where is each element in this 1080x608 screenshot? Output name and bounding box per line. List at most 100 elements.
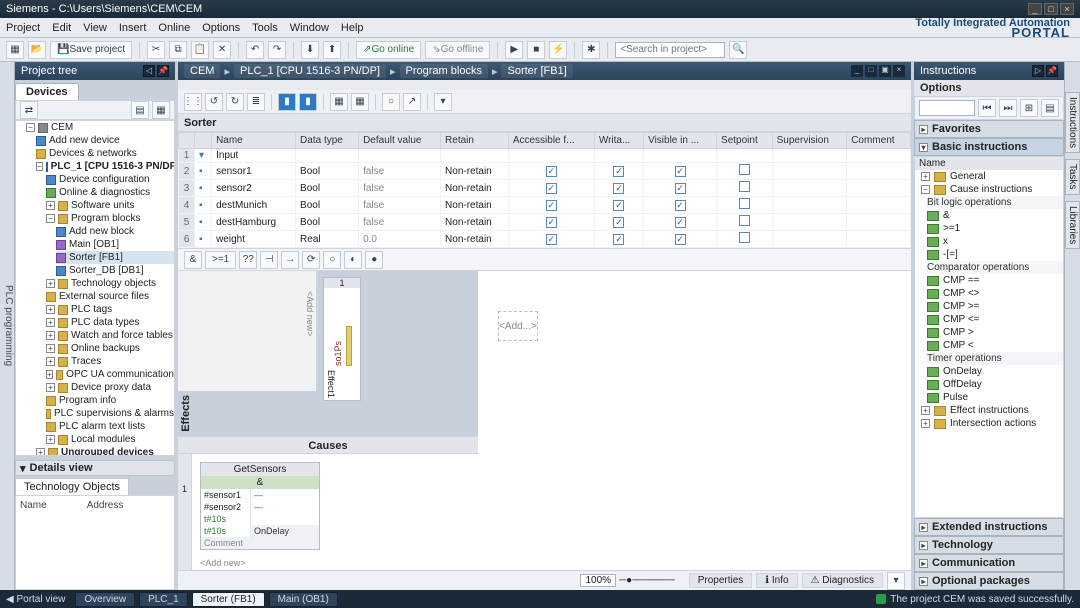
tree-network-icon[interactable]: ⇄ (20, 101, 38, 119)
collapse-icon[interactable]: ◁ (143, 65, 155, 77)
cem-tb-icon[interactable]: ◐ (344, 251, 362, 269)
status-tab-plc[interactable]: PLC_1 (139, 592, 188, 607)
undo-icon[interactable]: ↶ (246, 41, 264, 59)
save-project-button[interactable]: 💾 Save project (50, 41, 132, 59)
iface-row[interactable]: 6▪weightReal0.0Non-retain✓✓✓ (179, 231, 911, 248)
instr-tb-icon[interactable]: ⏮ (978, 99, 996, 117)
flash-icon[interactable]: ⚡ (549, 41, 567, 59)
cem-tb-icon[interactable]: → (281, 251, 299, 269)
tab-properties[interactable]: Properties (689, 573, 753, 588)
crumb-program-blocks[interactable]: Program blocks (400, 64, 488, 78)
go-offline-button[interactable]: ⇘ Go offline (425, 41, 490, 59)
tb-insert-icon[interactable]: ▮ (299, 93, 317, 111)
editor-float-icon[interactable]: ▣ (879, 65, 891, 77)
go-online-button[interactable]: ⇗ Go online (356, 41, 421, 59)
acc-basic-instructions[interactable]: ▾Basic instructions (914, 138, 1064, 156)
stop-cpu-icon[interactable]: ■ (527, 41, 545, 59)
search-icon[interactable]: 🔍 (729, 41, 747, 59)
status-tab-overview[interactable]: Overview (75, 592, 135, 607)
tb-icon[interactable]: ≣ (247, 93, 265, 111)
crumb-project[interactable]: CEM (184, 64, 220, 78)
zoom-slider[interactable]: ─●────── (619, 575, 675, 586)
instr-tb-icon[interactable]: ⊞ (1020, 99, 1038, 117)
tb-icon[interactable]: ▦ (351, 93, 369, 111)
paste-icon[interactable]: 📋 (191, 41, 209, 59)
pin-icon[interactable]: 📌 (1046, 65, 1058, 77)
upload-icon[interactable]: ⬆ (323, 41, 341, 59)
menu-tools[interactable]: Tools (252, 22, 278, 34)
portal-view-button[interactable]: Portal view (16, 594, 65, 605)
window-minimize-icon[interactable]: _ (1028, 3, 1042, 15)
acc-extended[interactable]: ▸Extended instructions (914, 518, 1064, 536)
status-tab-sorter[interactable]: Sorter (FB1) (192, 592, 265, 607)
cem-tb-icon[interactable]: >=1 (205, 251, 236, 269)
iface-row[interactable]: 1▾Input (179, 149, 911, 163)
add-cause[interactable]: <Add new> (200, 558, 320, 568)
menu-options[interactable]: Options (202, 22, 240, 34)
cem-matrix[interactable]: <Add...> (478, 271, 911, 570)
window-restore-icon[interactable]: □ (1044, 3, 1058, 15)
tb-icon[interactable]: ↺ (205, 93, 223, 111)
cut-icon[interactable]: ✂ (147, 41, 165, 59)
tree-expand-icon[interactable]: ▤ (131, 101, 149, 119)
rstrip-instructions[interactable]: Instructions (1065, 92, 1080, 153)
project-search-input[interactable] (615, 42, 725, 58)
footer-collapse-icon[interactable]: ▾ (887, 572, 905, 590)
pin-icon[interactable]: 📌 (157, 65, 169, 77)
instruction-search-input[interactable] (919, 100, 975, 116)
iface-row[interactable]: 4▪destMunichBoolfalseNon-retain✓✓✓ (179, 197, 911, 214)
cross-ref-icon[interactable]: ✱ (582, 41, 600, 59)
status-tab-main[interactable]: Main (OB1) (269, 592, 338, 607)
menu-insert[interactable]: Insert (119, 22, 147, 34)
start-cpu-icon[interactable]: ▶ (505, 41, 523, 59)
instr-tb-icon[interactable]: ▤ (1041, 99, 1059, 117)
tb-icon[interactable]: ↻ (226, 93, 244, 111)
tab-diagnostics[interactable]: ⚠ Diagnostics (802, 573, 883, 588)
tab-info[interactable]: ℹ Info (756, 573, 797, 588)
zoom-select[interactable]: 100% (580, 574, 616, 587)
iface-row[interactable]: 5▪destHamburgBoolfalseNon-retain✓✓✓ (179, 214, 911, 231)
cem-tb-icon[interactable]: ○ (323, 251, 341, 269)
acc-communication[interactable]: ▸Communication (914, 554, 1064, 572)
menu-view[interactable]: View (83, 22, 107, 34)
collapse-icon[interactable]: ▷ (1032, 65, 1044, 77)
rstrip-libraries[interactable]: Libraries (1065, 201, 1080, 249)
tb-icon[interactable]: ▦ (330, 93, 348, 111)
instruction-tree[interactable]: Name +General −Cause instructions Bit lo… (914, 156, 1064, 518)
tab-devices[interactable]: Devices (15, 83, 79, 100)
copy-icon[interactable]: ⧉ (169, 41, 187, 59)
project-tree[interactable]: −CEM Add new device Devices & networks −… (15, 120, 175, 456)
new-project-icon[interactable]: ▦ (6, 41, 24, 59)
rstrip-tasks[interactable]: Tasks (1065, 159, 1080, 195)
add-effect[interactable]: <Add new> (305, 291, 315, 337)
acc-technology[interactable]: ▸Technology (914, 536, 1064, 554)
menu-edit[interactable]: Edit (52, 22, 71, 34)
left-strip-plc-programming[interactable]: PLC programming (0, 62, 15, 590)
editor-min-icon[interactable]: _ (851, 65, 863, 77)
tree-filter-icon[interactable]: ▦ (152, 101, 170, 119)
editor-close-icon[interactable]: × (893, 65, 905, 77)
block-interface-table[interactable]: NameData typeDefault valueRetainAccessib… (178, 132, 911, 249)
tb-icon[interactable]: ○ (382, 93, 400, 111)
tb-icon[interactable]: ⋮⋮ (184, 93, 202, 111)
tb-icon[interactable]: ▾ (434, 93, 452, 111)
instr-tb-icon[interactable]: ⏭ (999, 99, 1017, 117)
tab-technology-objects[interactable]: Technology Objects (15, 478, 129, 495)
cause-block-1[interactable]: GetSensors & #sensor1— #sensor2— t#10s t… (200, 462, 320, 550)
acc-favorites[interactable]: ▸Favorites (914, 120, 1064, 138)
cem-tb-icon[interactable]: & (184, 251, 202, 269)
acc-optional[interactable]: ▸Optional packages (914, 572, 1064, 590)
download-icon[interactable]: ⬇ (301, 41, 319, 59)
menu-help[interactable]: Help (341, 22, 364, 34)
window-close-icon[interactable]: × (1060, 3, 1074, 15)
cem-tb-icon[interactable]: ● (365, 251, 383, 269)
cem-tb-icon[interactable]: ⊣ (260, 251, 278, 269)
open-project-icon[interactable]: 📂 (28, 41, 46, 59)
delete-icon[interactable]: ✕ (213, 41, 231, 59)
cem-tb-icon[interactable]: ?? (239, 251, 257, 269)
crumb-plc[interactable]: PLC_1 [CPU 1516-3 PN/DP] (234, 64, 386, 78)
iface-row[interactable]: 2▪sensor1BoolfalseNon-retain✓✓✓ (179, 163, 911, 180)
cem-tb-icon[interactable]: ⟳ (302, 251, 320, 269)
redo-icon[interactable]: ↷ (268, 41, 286, 59)
effect-column-1[interactable]: 1 so1Ps Effect1 (323, 277, 361, 401)
